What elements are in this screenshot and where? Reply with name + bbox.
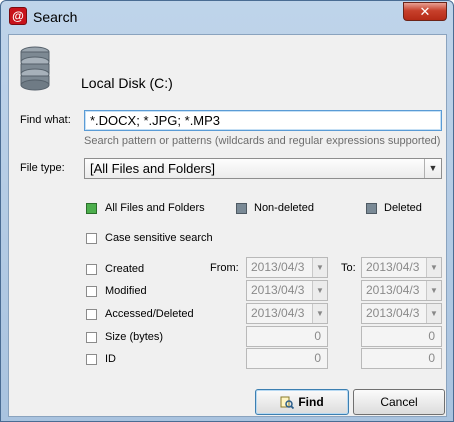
created-checkbox[interactable]: [86, 264, 97, 275]
dialog-body: Local Disk (C:) Find what: *.DOCX; *.JPG…: [8, 34, 447, 417]
deleted-label: Deleted: [384, 202, 422, 214]
find-what-label: Find what:: [20, 114, 71, 126]
deleted-checkbox[interactable]: [366, 203, 377, 214]
modified-to-value: 2013/04/3: [366, 283, 420, 297]
search-dialog: @ Search ✕ Local Disk (C:) Find what: *.…: [0, 0, 454, 422]
chevron-down-icon[interactable]: ▼: [312, 304, 327, 323]
close-button[interactable]: ✕: [403, 2, 447, 21]
id-from-input[interactable]: 0: [246, 348, 328, 369]
find-button-label: Find: [298, 395, 324, 409]
database-disk-icon: [20, 46, 50, 91]
find-what-input[interactable]: *.DOCX; *.JPG; *.MP3: [84, 110, 442, 131]
all-files-checkbox[interactable]: [86, 203, 97, 214]
id-label: ID: [105, 353, 116, 365]
modified-checkbox[interactable]: [86, 286, 97, 297]
file-type-select[interactable]: [All Files and Folders] ▼: [84, 158, 442, 179]
chevron-down-icon[interactable]: ▼: [312, 258, 327, 277]
id-to-input[interactable]: 0: [361, 348, 442, 369]
case-sensitive-label: Case sensitive search: [105, 232, 213, 244]
created-to-value: 2013/04/3: [366, 260, 420, 274]
find-what-hint: Search pattern or patterns (wildcards an…: [84, 135, 441, 147]
title-bar[interactable]: @ Search ✕: [1, 1, 453, 33]
chevron-down-icon[interactable]: ▼: [424, 159, 441, 178]
accessed-deleted-checkbox[interactable]: [86, 309, 97, 320]
id-checkbox[interactable]: [86, 354, 97, 365]
chevron-down-icon[interactable]: ▼: [426, 281, 441, 300]
accessed-from-date[interactable]: 2013/04/3 ▼: [246, 303, 328, 324]
chevron-down-icon[interactable]: ▼: [426, 304, 441, 323]
created-to-date[interactable]: 2013/04/3 ▼: [361, 257, 442, 278]
created-label: Created: [105, 263, 145, 275]
modified-from-value: 2013/04/3: [251, 283, 305, 297]
cancel-button[interactable]: Cancel: [353, 389, 445, 415]
chevron-down-icon[interactable]: ▼: [312, 281, 327, 300]
from-label: From:: [210, 262, 239, 274]
accessed-to-date[interactable]: 2013/04/3 ▼: [361, 303, 442, 324]
size-to-input[interactable]: 0: [361, 326, 442, 347]
accessed-from-value: 2013/04/3: [251, 306, 305, 320]
created-from-date[interactable]: 2013/04/3 ▼: [246, 257, 328, 278]
window-title: Search: [33, 9, 78, 25]
modified-to-date[interactable]: 2013/04/3 ▼: [361, 280, 442, 301]
find-button[interactable]: Find: [255, 389, 349, 415]
non-deleted-label: Non-deleted: [254, 202, 314, 214]
accessed-deleted-label: Accessed/Deleted: [105, 308, 194, 320]
created-from-value: 2013/04/3: [251, 260, 305, 274]
to-label: To:: [341, 262, 356, 274]
modified-label: Modified: [105, 285, 147, 297]
size-from-input[interactable]: 0: [246, 326, 328, 347]
modified-from-date[interactable]: 2013/04/3 ▼: [246, 280, 328, 301]
accessed-to-value: 2013/04/3: [366, 306, 420, 320]
size-label: Size (bytes): [105, 331, 164, 343]
all-files-label: All Files and Folders: [105, 202, 205, 214]
case-sensitive-checkbox[interactable]: [86, 233, 97, 244]
chevron-down-icon[interactable]: ▼: [426, 258, 441, 277]
find-icon: [280, 396, 295, 409]
file-type-label: File type:: [20, 162, 65, 174]
size-checkbox[interactable]: [86, 332, 97, 343]
disk-label: Local Disk (C:): [81, 75, 173, 91]
file-type-value: [All Files and Folders]: [90, 161, 215, 176]
non-deleted-checkbox[interactable]: [236, 203, 247, 214]
app-icon: @: [9, 7, 27, 25]
